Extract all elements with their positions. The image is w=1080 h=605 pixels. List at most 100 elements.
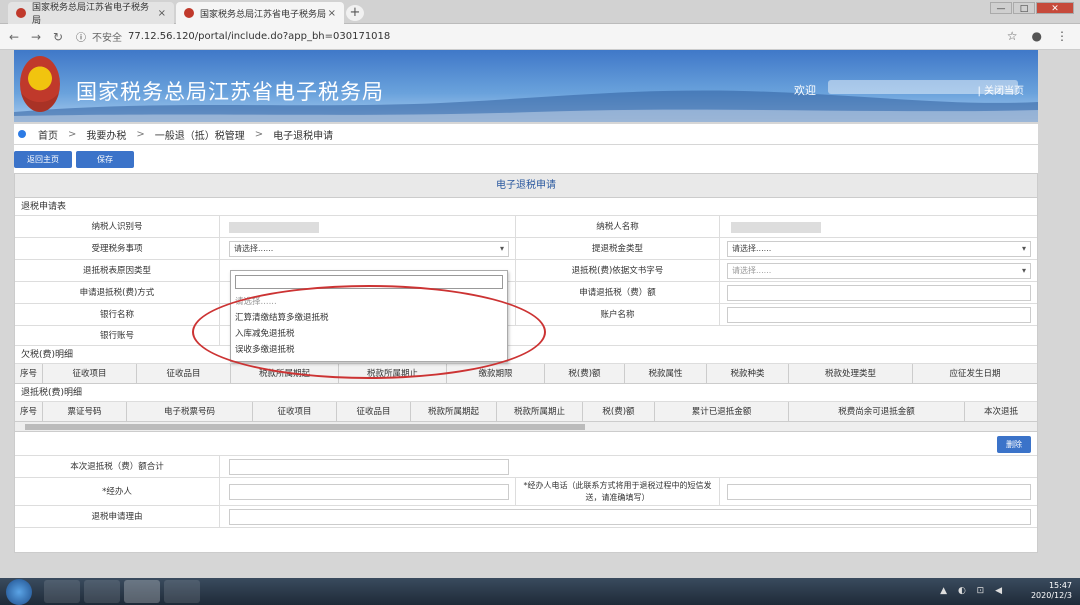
form-title: 电子退税申请 [15,174,1037,198]
form-toolbar: 返回主页 保存 [14,145,1038,173]
site-banner: 国家税务总局江苏省电子税务局 欢迎 | 关闭当页 [14,50,1038,122]
field-label: 纳税人识别号 [15,216,220,238]
national-emblem-logo [20,56,60,112]
breadcrumb-item[interactable]: 我要办税 [86,127,126,142]
amount-input[interactable] [727,285,1031,301]
new-tab-button[interactable]: + [346,5,364,21]
column-header: 征收项目 [43,364,137,384]
column-header: 税费尚余可退抵金额 [789,402,965,422]
field-label: 银行账号 [15,326,220,346]
bookmark-star-icon[interactable]: ☆ [1007,29,1018,43]
field-label: 退抵税(费)依据文书字号 [515,260,720,282]
field-label: 提退税金类型 [515,238,720,260]
field-label: 申请退抵税（费）额 [515,282,720,304]
field-label: 申请退抵税(费)方式 [15,282,220,304]
column-header: 本次退抵 [983,407,1018,417]
back-to-home-button[interactable]: 返回主页 [14,151,72,168]
tab-title: 国家税务总局江苏省电子税务局 [200,9,327,20]
section-heading: 退抵税(费)明细 [15,384,1037,402]
field-label: 退税申请理由 [15,506,220,528]
taxpayer-name-value-blurred [731,222,821,233]
breadcrumb-item[interactable]: 一般退（抵）税管理 [155,127,245,142]
taxpayer-id-value-blurred [229,222,319,233]
breadcrumb-home[interactable]: 首页 [38,127,58,142]
maximize-button[interactable]: □ [1013,2,1035,14]
column-header: 税款属性 [625,364,707,384]
menu-icon[interactable]: ⋮ [1056,29,1068,43]
total-amount-input[interactable] [229,459,509,475]
column-header: 电子税票号码 [127,402,253,422]
reload-icon[interactable]: ↻ [50,30,66,44]
matter-select[interactable]: 请选择...... [229,241,509,257]
breadcrumb-current: 电子退税申请 [273,130,334,142]
form-row: 退抵税表原因类型 退抵税(费)依据文书字号 请选择...... [15,260,1037,282]
column-header: 税(费)额 [583,402,655,422]
column-header: 征收项目 [253,402,337,422]
banner-title: 国家税务总局江苏省电子税务局 [76,80,384,104]
form-row: *经办人 *经办人电话（此联系方式将用于退税过程中的短信发送，请准确填写） [15,478,1037,506]
tab-title: 国家税务总局江苏省电子税务局 [31,3,149,26]
column-header: 累计已退抵金额 [655,402,789,422]
red-highlight-oval [192,285,546,379]
close-page-link[interactable]: | 关闭当页 [977,82,1024,97]
location-pin-icon [18,130,26,138]
browser-tab-active[interactable]: 国家税务总局江苏省电子税务局 × [176,2,344,24]
handler-phone-input[interactable] [727,484,1031,500]
info-icon[interactable]: ⓘ [76,29,86,44]
column-header: 序号 [15,402,43,422]
tab-close-icon[interactable]: × [158,8,166,19]
field-label: *经办人电话（此联系方式将用于退税过程中的短信发送，请准确填写） [515,478,720,506]
site-favicon-icon [16,8,26,18]
os-taskbar: ▲ ◐ ⊡ ◀ 15:47 2020/12/3 [0,578,1080,605]
url-text: 77.12.56.120/portal/include.do?app_bh=03… [128,31,391,42]
chrome-icon[interactable] [124,580,160,603]
browser-tab[interactable]: 国家税务总局江苏省电子税务局 × [8,2,174,26]
handler-input[interactable] [229,484,509,500]
column-header: 税(费)额 [545,364,625,384]
file-explorer-icon[interactable] [44,580,80,603]
breadcrumb-separator: > [68,128,77,140]
window-controls: — □ ✕ [990,2,1074,14]
breadcrumb-separator: > [136,128,145,140]
address-bar: ← → ↻ ⓘ 不安全 77.12.56.120/portal/include.… [0,24,1080,50]
system-tray-icons[interactable]: ▲ ◐ ⊡ ◀ [940,586,1006,596]
security-label: 不安全 [92,33,122,44]
column-header: 税款处理类型 [789,364,913,384]
scrollbar-thumb[interactable] [25,424,585,430]
paint-icon[interactable] [164,580,200,603]
column-header: 税款所属期止 [497,402,583,422]
form-row: 纳税人识别号 纳税人名称 [15,216,1037,238]
close-window-button[interactable]: ✕ [1036,2,1074,14]
browser-tab-bar: 国家税务总局江苏省电子税务局 × 国家税务总局江苏省电子税务局 × + — □ … [0,0,1080,26]
refund-type-select[interactable]: 请选择...... [727,241,1031,257]
column-header: 序号 [15,364,43,384]
tab-close-icon[interactable]: × [328,8,336,19]
start-button-icon[interactable] [6,579,32,605]
form-row: 本次退抵税（费）额合计 [15,456,1037,478]
minimize-button[interactable]: — [990,2,1012,14]
back-icon[interactable]: ← [6,30,22,44]
url-field[interactable]: ⓘ 不安全 77.12.56.120/portal/include.do?app… [76,29,390,44]
delete-button[interactable]: 删除 [997,436,1031,453]
field-label: 账户名称 [515,304,720,326]
column-header: 票证号码 [43,402,127,422]
clock-time: 15:47 [1048,581,1072,590]
taskbar-clock[interactable]: 15:47 2020/12/3 [1031,581,1072,601]
horizontal-scrollbar[interactable] [15,422,1037,432]
field-label: *经办人 [15,478,220,506]
owe-table-header: 序号 征收项目 征收品目 税款所属期起 税款所属期止 缴款期限 税(费)额 税款… [15,364,1037,384]
forward-icon[interactable]: → [28,30,44,44]
account-name-input[interactable] [727,307,1031,323]
doc-no-select[interactable]: 请选择...... [727,263,1031,279]
refund-reason-input[interactable] [229,509,1031,525]
breadcrumb: 首页 > 我要办税 > 一般退（抵）税管理 > 电子退税申请 [14,124,1038,144]
internet-explorer-icon[interactable] [84,580,120,603]
column-header: 应征发生日期 [949,369,1001,379]
breadcrumb-separator: > [254,128,264,140]
account-icon[interactable]: ● [1032,29,1042,43]
form-row: 受理税务事项 请选择...... 提退税金类型 请选择...... [15,238,1037,260]
field-label: 受理税务事项 [15,238,220,260]
delete-row: 删除 [15,432,1037,456]
save-button[interactable]: 保存 [76,151,134,168]
form-row: 申请退抵税(费)方式 申请退抵税（费）额 [15,282,1037,304]
